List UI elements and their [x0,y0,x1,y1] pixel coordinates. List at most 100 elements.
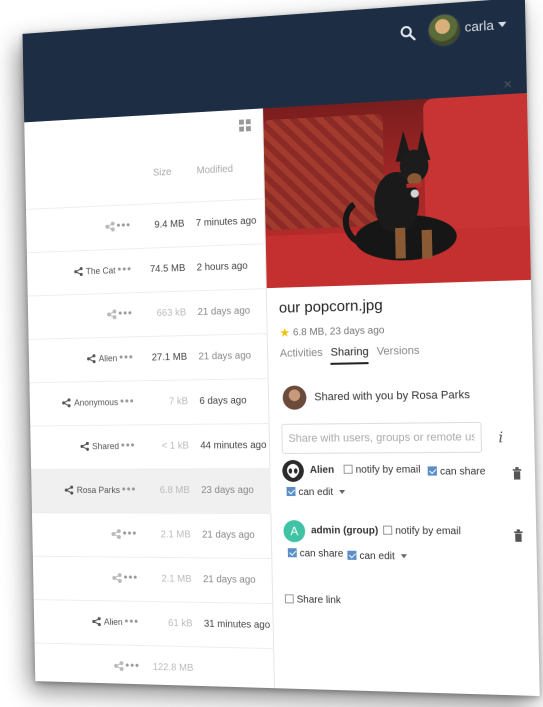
notify-email-label: notify by email [395,525,461,538]
file-row[interactable]: Alien ••• 27.1 MB 21 days ago [28,333,269,383]
trash-icon[interactable] [513,529,524,542]
notify-email-checkbox[interactable] [343,464,353,474]
caret-down-icon[interactable] [339,489,346,495]
share-icon[interactable] [112,573,122,583]
notify-email-label: notify by email [355,464,421,476]
share-link-checkbox[interactable] [284,594,294,604]
share-icon[interactable] [62,398,71,408]
can-edit-checkbox[interactable] [347,550,357,560]
share-link-label: Share link [296,594,341,607]
sidebar-tabs: Activities Sharing Versions [280,345,420,366]
share-label: Anonymous [74,397,119,408]
share-icon[interactable] [80,441,89,451]
close-icon[interactable]: × [503,75,512,92]
user-avatar[interactable] [427,12,462,48]
share-icon[interactable] [107,309,117,319]
share-action[interactable] [111,529,121,539]
share-icon[interactable] [105,222,115,232]
share-link-option[interactable]: Share link [284,594,341,607]
file-size: 74.5 MB [149,263,186,276]
file-modified: 21 days ago [198,350,252,363]
notify-email-option[interactable]: notify by email [383,525,461,538]
shared-with-text: Shared with you by Rosa Parks [314,388,471,404]
share-icon[interactable] [87,354,96,364]
caret-down-icon[interactable] [498,21,507,28]
share-action[interactable] [114,661,124,671]
share-search-input[interactable] [281,421,483,454]
file-row[interactable]: Alien ••• 61 kB 31 minutes ago [33,599,275,649]
file-modified: 21 days ago [197,305,251,318]
file-modified: 23 days ago [201,485,254,497]
recipient-name: admin (group) [310,525,379,537]
info-icon[interactable]: i [498,430,503,447]
can-share-label: can share [439,466,486,478]
file-row[interactable]: Shared ••• < 1 kB 44 minutes ago [30,423,271,469]
share-recipient-admin-group: A admin (group) notify by email can shar… [283,520,528,573]
can-share-checkbox[interactable] [287,548,297,558]
share-label: Alien [103,616,123,627]
recipient-name: Alien [309,464,335,476]
file-size: 2.1 MB [161,573,192,585]
share-label: Alien [98,353,118,364]
share-action[interactable] [107,309,117,319]
owner-avatar [282,385,307,410]
admin-avatar: A [283,520,306,543]
user-name[interactable]: carla [464,17,494,34]
share-icon[interactable] [65,485,74,495]
can-edit-checkbox[interactable] [286,487,296,497]
tab-sharing[interactable]: Sharing [330,345,369,365]
file-size: 122.8 MB [152,661,194,674]
search-icon[interactable] [399,24,418,44]
share-action[interactable]: Shared [80,441,119,451]
file-size: 7 kB [168,396,189,408]
can-share-option[interactable]: can share [287,548,344,560]
share-action[interactable] [112,573,122,583]
can-edit-option[interactable]: can edit [347,550,408,563]
share-action[interactable]: Alien [92,617,123,627]
file-size: 663 kB [156,307,187,320]
can-share-label: can share [299,548,344,560]
share-recipient-alien: Alien notify by email can share can edit [282,459,527,505]
notify-email-checkbox[interactable] [383,525,393,535]
file-row[interactable]: ••• 663 kB 21 days ago [27,288,268,339]
file-row[interactable]: ••• 2.1 MB 21 days ago [32,555,274,604]
file-meta-text: 6.8 MB, 23 days ago [292,324,385,338]
can-edit-option[interactable]: can edit [286,486,346,499]
file-meta: ★ 6.8 MB, 23 days ago [279,323,384,340]
shared-with-info: Shared with you by Rosa Parks [282,383,470,410]
grid-view-icon[interactable] [238,119,251,132]
file-modified: 31 minutes ago [203,618,271,632]
file-row[interactable]: Anonymous ••• 7 kB 6 days ago [29,378,270,426]
file-row[interactable]: Rosa Parks ••• 6.8 MB 23 days ago [31,468,272,514]
star-icon[interactable]: ★ [279,326,290,340]
file-size: 6.8 MB [159,485,190,496]
share-action[interactable]: The Cat [74,265,116,276]
tab-activities[interactable]: Activities [280,347,323,366]
tab-versions[interactable]: Versions [377,345,420,364]
can-share-checkbox[interactable] [427,466,438,476]
share-icon[interactable] [111,529,121,539]
file-row[interactable]: The Cat ••• 74.5 MB 2 hours ago [26,243,267,296]
file-modified: 7 minutes ago [195,215,257,230]
share-action[interactable]: Rosa Parks [65,485,120,495]
trash-icon[interactable] [512,467,523,480]
column-header-size[interactable]: Size [153,167,172,179]
caret-down-icon[interactable] [400,554,408,559]
share-icon[interactable] [92,617,101,627]
share-action[interactable] [105,222,115,232]
share-icon[interactable] [114,661,124,671]
file-row[interactable]: ••• 122.8 MB [34,642,276,694]
can-share-option[interactable]: can share [427,466,486,478]
details-sidebar: × our popcorn.jpg ★ 6.8 MB, 23 days ago … [263,75,540,697]
share-action[interactable]: Anonymous [62,397,118,408]
file-size: 2.1 MB [160,529,191,541]
share-action[interactable]: Alien [87,353,118,364]
file-size: < 1 kB [161,440,189,452]
share-icon[interactable] [74,267,83,277]
notify-email-option[interactable]: notify by email [343,464,421,476]
column-header-modified[interactable]: Modified [197,164,234,177]
file-modified: 6 days ago [199,395,247,407]
can-edit-label: can edit [298,486,334,499]
file-size: 9.4 MB [154,218,185,231]
file-row[interactable]: ••• 2.1 MB 21 days ago [31,512,273,559]
